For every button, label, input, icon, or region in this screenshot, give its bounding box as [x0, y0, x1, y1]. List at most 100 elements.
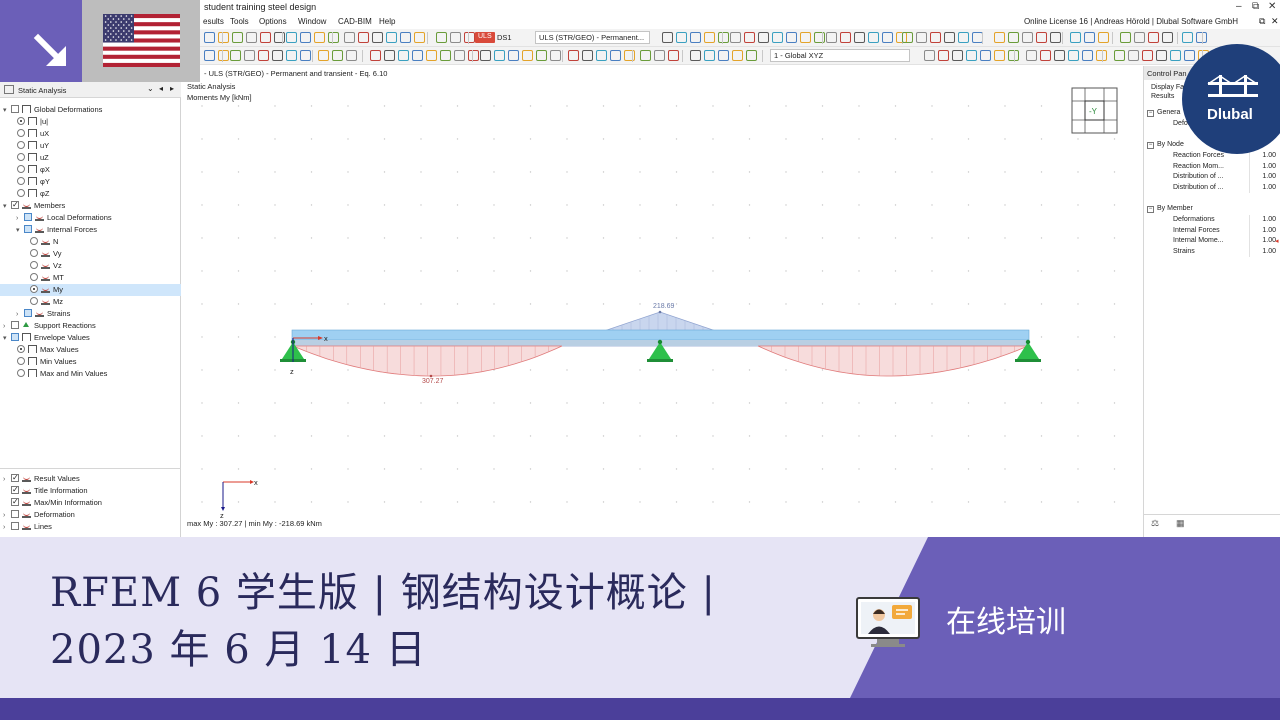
toolbar-tool-icon[interactable] [494, 50, 505, 61]
toolbar-tool-icon[interactable] [882, 32, 893, 43]
by-node-row[interactable]: Distribution of ... 1.00 [1157, 182, 1279, 193]
radio-button[interactable] [17, 165, 25, 173]
radio-button[interactable] [17, 189, 25, 197]
prev-icon[interactable]: ◂ [159, 84, 163, 93]
radio-button[interactable] [17, 129, 25, 137]
toolbar-tool-icon[interactable] [440, 50, 451, 61]
checkbox[interactable] [11, 496, 19, 508]
radio-button[interactable] [17, 153, 25, 161]
toolbar-tool-icon[interactable] [1040, 50, 1051, 61]
radio-button[interactable] [17, 345, 25, 353]
toolbar-tool-icon[interactable] [1054, 50, 1065, 61]
toolbar-tool-icon[interactable] [1184, 50, 1195, 61]
nav-item-0[interactable]: ▾ Global Deformations [3, 104, 102, 116]
by-node-row[interactable]: Reaction Mom... 1.00 [1157, 161, 1279, 172]
section-by-node[interactable]: − By Node [1147, 141, 1184, 149]
nav-item-16[interactable]: Mz [30, 296, 63, 308]
toolbar-tool-icon[interactable] [386, 32, 397, 43]
toolbar-tool-icon[interactable] [1156, 50, 1167, 61]
model-viewport[interactable]: x z 307.27 218.69 x z -Y [182, 66, 1142, 537]
nav-item-14[interactable]: MT [30, 272, 64, 284]
view-cube[interactable]: -Y [1071, 87, 1118, 134]
nav-item-21[interactable]: Min Values [17, 356, 77, 368]
toolbar-tool-icon[interactable] [464, 32, 475, 43]
toolbar-tool-icon[interactable] [944, 32, 955, 43]
design-situation-select[interactable]: ULS (STR/GEO) - Permanent... [535, 31, 650, 44]
by-node-row[interactable]: Distribution of ... 1.00 [1157, 172, 1279, 183]
toolbar-tool-icon[interactable] [1162, 32, 1173, 43]
menu-help[interactable]: Help [379, 17, 395, 26]
toolbar-tool-icon[interactable] [1026, 50, 1037, 61]
toolbar-tool-icon[interactable] [1036, 32, 1047, 43]
toolbar-tool-icon[interactable] [426, 50, 437, 61]
checkbox[interactable] [11, 510, 19, 518]
toolbar-tool-icon[interactable] [536, 50, 547, 61]
display-item-3[interactable]: › Deformation [3, 509, 75, 521]
toolbar-tool-icon[interactable] [400, 32, 411, 43]
by-node-row-value[interactable]: 1.00 [1249, 161, 1279, 172]
toolbar-tool-icon[interactable] [958, 32, 969, 43]
toolbar-tool-icon[interactable] [654, 50, 665, 61]
checkbox[interactable] [24, 309, 32, 317]
by-member-row[interactable]: Internal Forces 1.00 [1157, 225, 1279, 236]
toolbar-tool-icon[interactable] [344, 32, 355, 43]
toolbar-tool-icon[interactable] [286, 50, 297, 61]
nav-item-5[interactable]: φX [17, 164, 50, 176]
checkbox[interactable] [24, 225, 32, 233]
nav-item-6[interactable]: φY [17, 176, 50, 188]
nav-item-4[interactable]: uZ [17, 152, 49, 164]
menu-window[interactable]: Window [298, 17, 326, 26]
beam-member[interactable] [291, 329, 1030, 341]
toolbar-tool-icon[interactable] [468, 50, 479, 61]
radio-button[interactable] [17, 177, 25, 185]
by-member-row-value[interactable]: 1.00 [1249, 215, 1279, 226]
toolbar-tool-icon[interactable] [930, 32, 941, 43]
toolbar-tool-icon[interactable] [704, 32, 715, 43]
toolbar-tool-icon[interactable] [274, 32, 285, 43]
minimize-icon[interactable]: – [1236, 1, 1242, 12]
toolbar-tool-icon[interactable] [414, 32, 425, 43]
toolbar-tool-icon[interactable] [204, 50, 215, 61]
checkbox[interactable] [24, 213, 32, 221]
toolbar-tool-icon[interactable] [1070, 32, 1081, 43]
radio-button[interactable] [17, 357, 25, 365]
toolbar-tool-icon[interactable] [676, 32, 687, 43]
display-item-4[interactable]: › Lines [3, 521, 52, 533]
nav-item-19[interactable]: ▾ Envelope Values [3, 332, 90, 344]
toolbar-tool-icon[interactable] [1142, 50, 1153, 61]
color-scale-icon[interactable]: ▦ [1176, 518, 1185, 529]
nav-item-20[interactable]: Max Values [17, 344, 79, 356]
toolbar-tool-icon[interactable] [300, 32, 311, 43]
menu-results[interactable]: esults [203, 17, 224, 26]
toolbar-tool-icon[interactable] [272, 50, 283, 61]
toolbar-tool-icon[interactable] [260, 32, 271, 43]
toolbar-tool-icon[interactable] [704, 50, 715, 61]
menu-options[interactable]: Options [259, 17, 287, 26]
toolbar-tool-icon[interactable] [244, 50, 255, 61]
toolbar-tool-icon[interactable] [454, 50, 465, 61]
restore-icon[interactable]: ⧉ [1252, 1, 1259, 12]
nav-item-1[interactable]: |u| [17, 116, 48, 128]
radio-button[interactable] [30, 285, 38, 293]
by-node-row[interactable]: Reaction Forces 1.00 [1157, 151, 1279, 162]
radio-button[interactable] [17, 141, 25, 149]
toolbar-tool-icon[interactable] [840, 32, 851, 43]
toolbar-tool-icon[interactable] [318, 50, 329, 61]
toolbar-tool-icon[interactable] [994, 32, 1005, 43]
toolbar-tool-icon[interactable] [662, 32, 673, 43]
toolbar-tool-icon[interactable] [994, 50, 1005, 61]
toolbar-tool-icon[interactable] [1134, 32, 1145, 43]
toolbar-tool-icon[interactable] [1182, 32, 1193, 43]
toolbar-tool-icon[interactable] [436, 32, 447, 43]
toolbar-tool-icon[interactable] [826, 32, 837, 43]
toolbar-tool-icon[interactable] [690, 32, 701, 43]
toolbar-tool-icon[interactable] [300, 50, 311, 61]
radio-button[interactable] [30, 237, 38, 245]
nav-item-8[interactable]: ▾ Members [3, 199, 65, 212]
radio-button[interactable] [30, 249, 38, 257]
toolbar-tool-icon[interactable] [980, 50, 991, 61]
scale-icon[interactable]: ⚖ [1151, 518, 1159, 529]
expander-icon[interactable]: › [3, 522, 11, 534]
toolbar-tool-icon[interactable] [924, 50, 935, 61]
toolbar-tool-icon[interactable] [1008, 32, 1019, 43]
